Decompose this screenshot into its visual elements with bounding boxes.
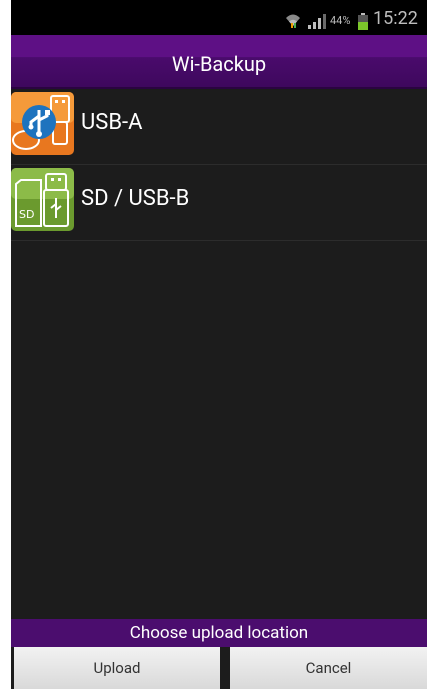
usb-a-icon	[11, 92, 74, 155]
clock: 15:22	[373, 8, 418, 29]
sd-usb-b-icon: SD	[11, 168, 74, 231]
battery-icon	[358, 13, 368, 30]
app-title-bar: Wi-Backup	[11, 35, 427, 89]
signal-icon	[308, 14, 326, 29]
wifi-icon	[286, 14, 300, 28]
location-list: USB-A SD SD / USB-B	[11, 89, 427, 241]
screen: 44% 15:22 Wi-Backup USB-A SD SD / USB-B …	[11, 0, 427, 689]
action-buttons: Upload Cancel	[11, 647, 427, 689]
upload-button[interactable]: Upload	[14, 647, 220, 689]
cancel-button[interactable]: Cancel	[230, 647, 427, 689]
battery-percent: 44%	[330, 14, 351, 27]
app-title: Wi-Backup	[171, 52, 267, 76]
svg-text:SD: SD	[19, 208, 34, 221]
upload-location-prompt: Choose upload location	[11, 619, 427, 647]
location-item-sd-usb-b[interactable]: SD SD / USB-B	[11, 165, 427, 241]
location-label: USB-A	[81, 110, 143, 135]
location-label: SD / USB-B	[81, 186, 190, 211]
location-item-usb-a[interactable]: USB-A	[11, 89, 427, 165]
status-bar: 44% 15:22	[11, 0, 427, 35]
